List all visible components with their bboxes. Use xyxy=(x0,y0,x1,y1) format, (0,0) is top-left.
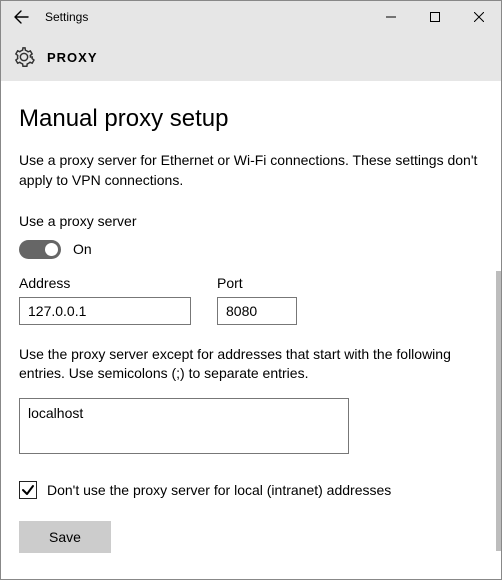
page-header: PROXY xyxy=(1,33,501,81)
gear-icon xyxy=(13,46,35,68)
local-checkbox-row: Don't use the proxy server for local (in… xyxy=(19,481,483,499)
local-checkbox[interactable] xyxy=(19,481,37,499)
content-area: Manual proxy setup Use a proxy server fo… xyxy=(1,81,501,571)
address-field-group: Address xyxy=(19,275,191,325)
exceptions-description: Use the proxy server except for addresse… xyxy=(19,345,483,384)
back-button[interactable] xyxy=(1,1,41,33)
save-button[interactable]: Save xyxy=(19,521,111,553)
port-input[interactable] xyxy=(217,297,297,325)
title-bar: Settings xyxy=(1,1,501,33)
toggle-label: Use a proxy server xyxy=(19,212,483,232)
minimize-button[interactable] xyxy=(369,1,413,33)
local-checkbox-label: Don't use the proxy server for local (in… xyxy=(47,482,391,498)
window-controls xyxy=(369,1,501,33)
section-heading: Manual proxy setup xyxy=(19,105,483,133)
proxy-toggle[interactable] xyxy=(19,240,61,259)
close-icon xyxy=(474,12,484,22)
close-button[interactable] xyxy=(457,1,501,33)
proxy-toggle-row: On xyxy=(19,240,483,259)
maximize-icon xyxy=(430,12,440,22)
address-input[interactable] xyxy=(19,297,191,325)
minimize-icon xyxy=(386,12,396,22)
section-description: Use a proxy server for Ethernet or Wi-Fi… xyxy=(19,151,483,190)
port-label: Port xyxy=(217,275,297,291)
maximize-button[interactable] xyxy=(413,1,457,33)
header-title: PROXY xyxy=(47,50,98,65)
address-label: Address xyxy=(19,275,191,291)
exceptions-input[interactable] xyxy=(19,398,349,454)
back-arrow-icon xyxy=(13,9,29,25)
toggle-state-text: On xyxy=(73,241,92,257)
checkmark-icon xyxy=(21,483,35,497)
window-title: Settings xyxy=(41,10,369,24)
scrollbar-thumb[interactable] xyxy=(496,271,501,551)
port-field-group: Port xyxy=(217,275,297,325)
address-port-row: Address Port xyxy=(19,275,483,325)
